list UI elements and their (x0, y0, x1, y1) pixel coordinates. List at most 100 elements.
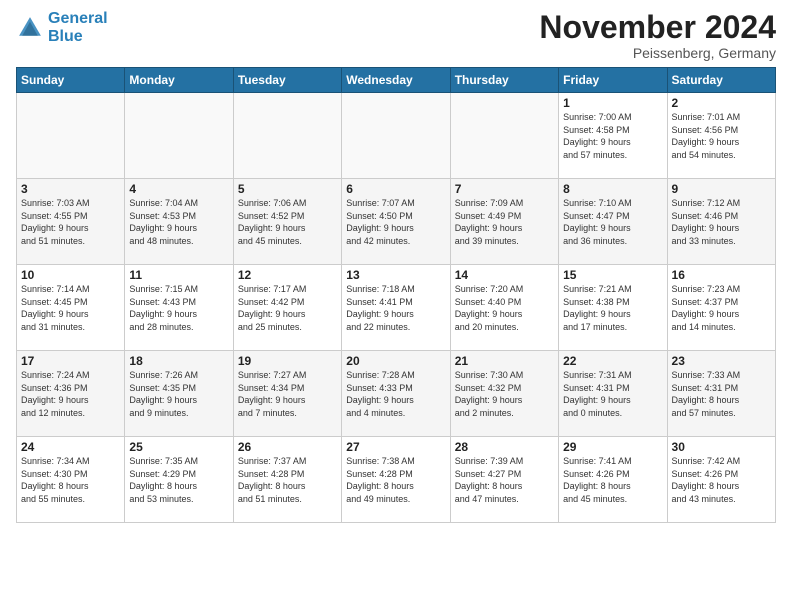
header: General Blue November 2024 Peissenberg, … (16, 10, 776, 61)
calendar-week-2: 3Sunrise: 7:03 AM Sunset: 4:55 PM Daylig… (17, 179, 776, 265)
day-number: 9 (672, 182, 771, 196)
calendar-table: Sunday Monday Tuesday Wednesday Thursday… (16, 67, 776, 523)
calendar-cell-w4-d4: 20Sunrise: 7:28 AM Sunset: 4:33 PM Dayli… (342, 351, 450, 437)
calendar-week-3: 10Sunrise: 7:14 AM Sunset: 4:45 PM Dayli… (17, 265, 776, 351)
page-container: General Blue November 2024 Peissenberg, … (0, 0, 792, 533)
calendar-cell-w3-d7: 16Sunrise: 7:23 AM Sunset: 4:37 PM Dayli… (667, 265, 775, 351)
day-info: Sunrise: 7:34 AM Sunset: 4:30 PM Dayligh… (21, 455, 120, 505)
calendar-cell-w2-d4: 6Sunrise: 7:07 AM Sunset: 4:50 PM Daylig… (342, 179, 450, 265)
calendar-cell-w5-d2: 25Sunrise: 7:35 AM Sunset: 4:29 PM Dayli… (125, 437, 233, 523)
calendar-cell-w1-d7: 2Sunrise: 7:01 AM Sunset: 4:56 PM Daylig… (667, 93, 775, 179)
calendar-cell-w1-d4 (342, 93, 450, 179)
calendar-header-row: Sunday Monday Tuesday Wednesday Thursday… (17, 68, 776, 93)
day-info: Sunrise: 7:00 AM Sunset: 4:58 PM Dayligh… (563, 111, 662, 161)
day-number: 7 (455, 182, 554, 196)
day-info: Sunrise: 7:20 AM Sunset: 4:40 PM Dayligh… (455, 283, 554, 333)
day-info: Sunrise: 7:35 AM Sunset: 4:29 PM Dayligh… (129, 455, 228, 505)
calendar-cell-w4-d3: 19Sunrise: 7:27 AM Sunset: 4:34 PM Dayli… (233, 351, 341, 437)
calendar-cell-w1-d5 (450, 93, 558, 179)
calendar-cell-w4-d6: 22Sunrise: 7:31 AM Sunset: 4:31 PM Dayli… (559, 351, 667, 437)
title-block: November 2024 Peissenberg, Germany (539, 10, 776, 61)
day-number: 10 (21, 268, 120, 282)
calendar-week-4: 17Sunrise: 7:24 AM Sunset: 4:36 PM Dayli… (17, 351, 776, 437)
day-number: 24 (21, 440, 120, 454)
day-number: 2 (672, 96, 771, 110)
day-info: Sunrise: 7:12 AM Sunset: 4:46 PM Dayligh… (672, 197, 771, 247)
day-info: Sunrise: 7:33 AM Sunset: 4:31 PM Dayligh… (672, 369, 771, 419)
calendar-cell-w3-d1: 10Sunrise: 7:14 AM Sunset: 4:45 PM Dayli… (17, 265, 125, 351)
day-number: 4 (129, 182, 228, 196)
calendar-cell-w2-d2: 4Sunrise: 7:04 AM Sunset: 4:53 PM Daylig… (125, 179, 233, 265)
day-info: Sunrise: 7:42 AM Sunset: 4:26 PM Dayligh… (672, 455, 771, 505)
day-number: 21 (455, 354, 554, 368)
calendar-cell-w3-d6: 15Sunrise: 7:21 AM Sunset: 4:38 PM Dayli… (559, 265, 667, 351)
day-info: Sunrise: 7:30 AM Sunset: 4:32 PM Dayligh… (455, 369, 554, 419)
day-number: 23 (672, 354, 771, 368)
day-info: Sunrise: 7:18 AM Sunset: 4:41 PM Dayligh… (346, 283, 445, 333)
calendar-cell-w5-d3: 26Sunrise: 7:37 AM Sunset: 4:28 PM Dayli… (233, 437, 341, 523)
col-thursday: Thursday (450, 68, 558, 93)
logo-icon (16, 14, 44, 42)
day-number: 28 (455, 440, 554, 454)
day-info: Sunrise: 7:37 AM Sunset: 4:28 PM Dayligh… (238, 455, 337, 505)
calendar-week-1: 1Sunrise: 7:00 AM Sunset: 4:58 PM Daylig… (17, 93, 776, 179)
day-number: 12 (238, 268, 337, 282)
col-wednesday: Wednesday (342, 68, 450, 93)
day-info: Sunrise: 7:07 AM Sunset: 4:50 PM Dayligh… (346, 197, 445, 247)
day-info: Sunrise: 7:09 AM Sunset: 4:49 PM Dayligh… (455, 197, 554, 247)
day-info: Sunrise: 7:26 AM Sunset: 4:35 PM Dayligh… (129, 369, 228, 419)
calendar-week-5: 24Sunrise: 7:34 AM Sunset: 4:30 PM Dayli… (17, 437, 776, 523)
calendar-cell-w3-d5: 14Sunrise: 7:20 AM Sunset: 4:40 PM Dayli… (450, 265, 558, 351)
day-info: Sunrise: 7:39 AM Sunset: 4:27 PM Dayligh… (455, 455, 554, 505)
calendar-cell-w1-d6: 1Sunrise: 7:00 AM Sunset: 4:58 PM Daylig… (559, 93, 667, 179)
day-info: Sunrise: 7:24 AM Sunset: 4:36 PM Dayligh… (21, 369, 120, 419)
calendar-cell-w5-d6: 29Sunrise: 7:41 AM Sunset: 4:26 PM Dayli… (559, 437, 667, 523)
day-info: Sunrise: 7:06 AM Sunset: 4:52 PM Dayligh… (238, 197, 337, 247)
calendar-cell-w2-d7: 9Sunrise: 7:12 AM Sunset: 4:46 PM Daylig… (667, 179, 775, 265)
calendar-cell-w1-d2 (125, 93, 233, 179)
calendar-cell-w3-d3: 12Sunrise: 7:17 AM Sunset: 4:42 PM Dayli… (233, 265, 341, 351)
day-number: 1 (563, 96, 662, 110)
calendar-cell-w4-d2: 18Sunrise: 7:26 AM Sunset: 4:35 PM Dayli… (125, 351, 233, 437)
calendar-cell-w3-d4: 13Sunrise: 7:18 AM Sunset: 4:41 PM Dayli… (342, 265, 450, 351)
col-friday: Friday (559, 68, 667, 93)
day-number: 26 (238, 440, 337, 454)
day-number: 6 (346, 182, 445, 196)
calendar-cell-w1-d1 (17, 93, 125, 179)
col-monday: Monday (125, 68, 233, 93)
logo: General Blue (16, 10, 108, 45)
day-number: 13 (346, 268, 445, 282)
day-number: 20 (346, 354, 445, 368)
calendar-cell-w4-d5: 21Sunrise: 7:30 AM Sunset: 4:32 PM Dayli… (450, 351, 558, 437)
day-info: Sunrise: 7:03 AM Sunset: 4:55 PM Dayligh… (21, 197, 120, 247)
col-tuesday: Tuesday (233, 68, 341, 93)
day-info: Sunrise: 7:14 AM Sunset: 4:45 PM Dayligh… (21, 283, 120, 333)
day-info: Sunrise: 7:31 AM Sunset: 4:31 PM Dayligh… (563, 369, 662, 419)
day-info: Sunrise: 7:27 AM Sunset: 4:34 PM Dayligh… (238, 369, 337, 419)
calendar-cell-w1-d3 (233, 93, 341, 179)
day-number: 19 (238, 354, 337, 368)
day-info: Sunrise: 7:41 AM Sunset: 4:26 PM Dayligh… (563, 455, 662, 505)
month-title: November 2024 (539, 10, 776, 45)
calendar-cell-w3-d2: 11Sunrise: 7:15 AM Sunset: 4:43 PM Dayli… (125, 265, 233, 351)
day-number: 18 (129, 354, 228, 368)
calendar-cell-w5-d4: 27Sunrise: 7:38 AM Sunset: 4:28 PM Dayli… (342, 437, 450, 523)
day-info: Sunrise: 7:38 AM Sunset: 4:28 PM Dayligh… (346, 455, 445, 505)
col-sunday: Sunday (17, 68, 125, 93)
logo-text: General Blue (48, 10, 108, 45)
day-info: Sunrise: 7:10 AM Sunset: 4:47 PM Dayligh… (563, 197, 662, 247)
calendar-cell-w5-d5: 28Sunrise: 7:39 AM Sunset: 4:27 PM Dayli… (450, 437, 558, 523)
day-number: 29 (563, 440, 662, 454)
calendar-cell-w2-d1: 3Sunrise: 7:03 AM Sunset: 4:55 PM Daylig… (17, 179, 125, 265)
day-number: 14 (455, 268, 554, 282)
calendar-cell-w2-d5: 7Sunrise: 7:09 AM Sunset: 4:49 PM Daylig… (450, 179, 558, 265)
calendar-cell-w2-d3: 5Sunrise: 7:06 AM Sunset: 4:52 PM Daylig… (233, 179, 341, 265)
calendar-cell-w2-d6: 8Sunrise: 7:10 AM Sunset: 4:47 PM Daylig… (559, 179, 667, 265)
calendar-cell-w5-d1: 24Sunrise: 7:34 AM Sunset: 4:30 PM Dayli… (17, 437, 125, 523)
calendar-cell-w4-d1: 17Sunrise: 7:24 AM Sunset: 4:36 PM Dayli… (17, 351, 125, 437)
day-number: 11 (129, 268, 228, 282)
col-saturday: Saturday (667, 68, 775, 93)
day-number: 15 (563, 268, 662, 282)
day-info: Sunrise: 7:23 AM Sunset: 4:37 PM Dayligh… (672, 283, 771, 333)
day-info: Sunrise: 7:17 AM Sunset: 4:42 PM Dayligh… (238, 283, 337, 333)
